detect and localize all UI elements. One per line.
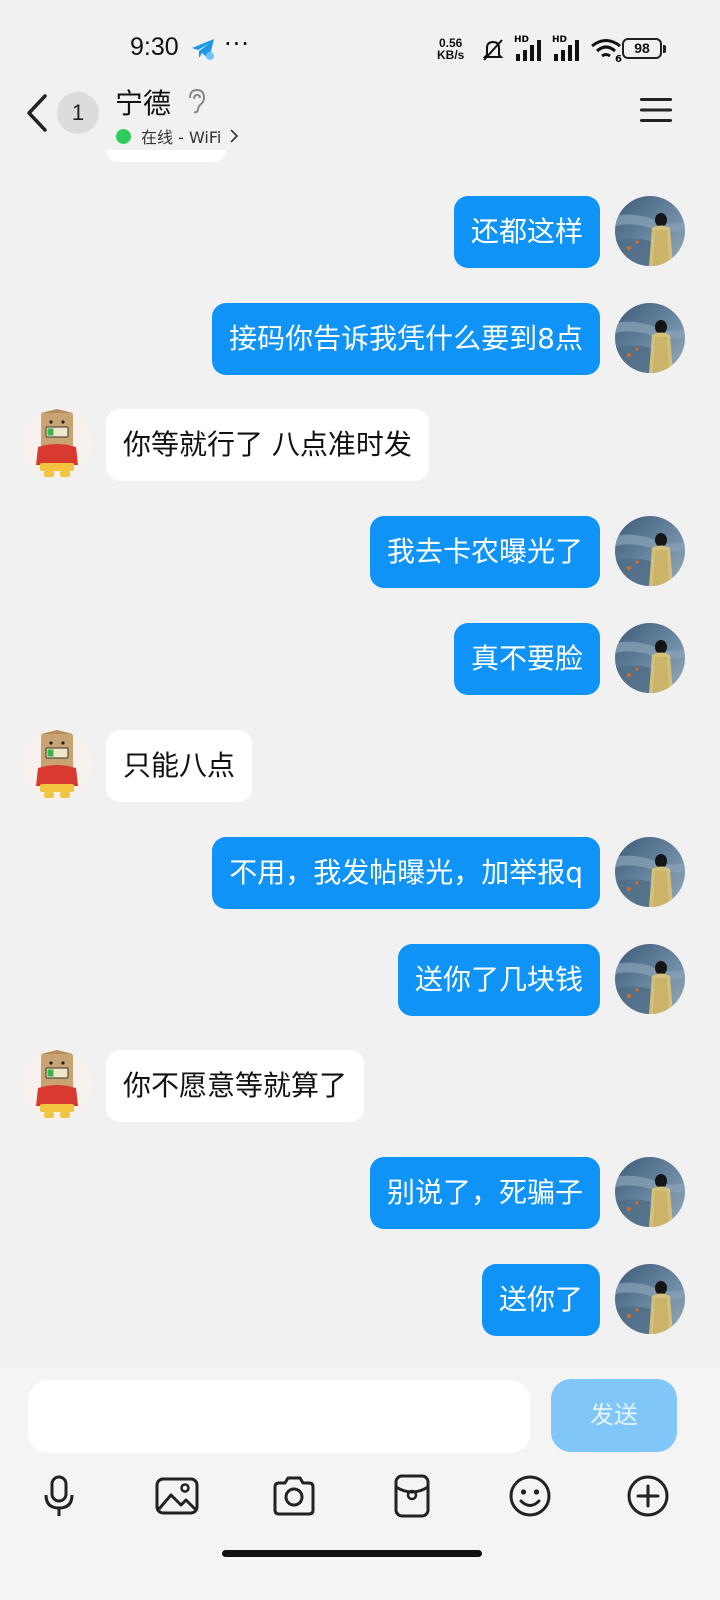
chat-screen: 9:30 ··· 0.56 KB/s HD HD 6 98 1 宁德 在线 - … — [0, 0, 720, 1600]
battery-indicator: 98 — [622, 38, 666, 59]
message-row: 只能八点 — [0, 730, 720, 804]
avatar-image — [615, 196, 685, 266]
avatar-image — [22, 409, 92, 479]
my-avatar[interactable] — [615, 623, 685, 693]
contact-avatar[interactable] — [22, 730, 92, 800]
home-indicator[interactable] — [222, 1550, 482, 1557]
chat-header: 1 宁德 在线 - WiFi — [0, 72, 720, 158]
online-dot — [116, 128, 131, 144]
emoji-icon[interactable] — [507, 1473, 553, 1519]
my-avatar[interactable] — [615, 516, 685, 586]
message-row: 送你了 — [0, 1264, 720, 1338]
wifi: 6 — [590, 37, 622, 65]
message-bubble-outgoing[interactable]: 接码你告诉我凭什么要到8点 — [212, 303, 600, 375]
signal-1: HD — [514, 35, 544, 63]
message-bubble-outgoing[interactable]: 我去卡农曝光了 — [369, 516, 600, 588]
message-bubble-incoming[interactable]: 你等就行了 八点准时发 — [106, 409, 429, 481]
my-avatar[interactable] — [615, 1157, 685, 1227]
status-time: 9:30 — [130, 33, 179, 61]
more-notifications-icon: ··· — [224, 30, 250, 58]
message-row: 不用，我发帖曝光，加举报q — [0, 837, 720, 911]
my-avatar[interactable] — [615, 837, 685, 907]
message-row: 还都这样 — [0, 196, 720, 270]
avatar-image — [615, 1264, 685, 1334]
send-button[interactable]: 发送 — [551, 1379, 677, 1452]
my-avatar[interactable] — [615, 1264, 685, 1334]
telegram-icon — [192, 39, 214, 60]
microphone-icon[interactable] — [36, 1473, 82, 1519]
red-packet-icon[interactable] — [389, 1473, 435, 1519]
unread-count-badge[interactable]: 1 — [57, 92, 99, 134]
message-row: 别说了，死骗子 — [0, 1157, 720, 1231]
mute-bell-icon — [482, 39, 504, 61]
message-row: 送你了几块钱 — [0, 944, 720, 1018]
avatar-image — [615, 837, 685, 907]
ear-icon[interactable] — [186, 88, 206, 114]
message-bubble-outgoing[interactable]: 真不要脸 — [453, 623, 600, 695]
my-avatar[interactable] — [615, 303, 685, 373]
previous-message-bubble — [106, 150, 226, 162]
contact-name[interactable]: 宁德 — [115, 82, 171, 122]
message-row: 你等就行了 八点准时发 — [0, 409, 720, 483]
status-icons: HD HD 6 — [480, 35, 622, 65]
avatar-image — [22, 1050, 92, 1120]
message-bubble-incoming[interactable]: 你不愿意等就算了 — [106, 1050, 365, 1122]
message-bubble-outgoing[interactable]: 还都这样 — [453, 196, 600, 268]
composer: 发送 — [0, 1368, 720, 1600]
my-avatar[interactable] — [615, 944, 685, 1014]
contact-avatar[interactable] — [22, 409, 92, 479]
back-chevron-icon[interactable] — [24, 92, 50, 134]
my-avatar[interactable] — [615, 196, 685, 266]
message-row: 我去卡农曝光了 — [0, 516, 720, 590]
message-bubble-outgoing[interactable]: 送你了 — [481, 1264, 600, 1336]
message-row: 你不愿意等就算了 — [0, 1050, 720, 1124]
message-bubble-outgoing[interactable]: 别说了，死骗子 — [369, 1157, 600, 1229]
contact-avatar[interactable] — [22, 1050, 92, 1120]
image-icon[interactable] — [154, 1473, 200, 1519]
menu-icon[interactable] — [639, 96, 673, 124]
signal-2-hd-label: HD — [552, 35, 568, 45]
message-bubble-outgoing[interactable]: 不用，我发帖曝光，加举报q — [212, 837, 600, 909]
wifi-6-label: 6 — [615, 54, 622, 65]
message-bubble-incoming[interactable]: 只能八点 — [106, 730, 253, 802]
network-speed: 0.56 KB/s — [437, 37, 464, 61]
avatar-image — [615, 1157, 685, 1227]
message-row: 真不要脸 — [0, 623, 720, 697]
avatar-image — [615, 944, 685, 1014]
avatar-image — [615, 303, 685, 373]
message-row: 接码你告诉我凭什么要到8点 — [0, 303, 720, 377]
camera-icon[interactable] — [271, 1473, 317, 1519]
avatar-image — [615, 516, 685, 586]
message-bubble-outgoing[interactable]: 送你了几块钱 — [397, 944, 600, 1016]
chevron-right-icon — [230, 129, 239, 143]
signal-1-hd-label: HD — [514, 35, 530, 45]
signal-2: HD — [552, 35, 582, 63]
online-status[interactable]: 在线 - WiFi — [116, 124, 239, 148]
plus-icon[interactable] — [625, 1473, 671, 1519]
network-speed-unit: KB/s — [437, 48, 465, 62]
avatar-image — [615, 623, 685, 693]
online-status-text: 在线 - WiFi — [141, 128, 222, 147]
avatar-image — [22, 730, 92, 800]
message-input[interactable] — [28, 1380, 530, 1453]
